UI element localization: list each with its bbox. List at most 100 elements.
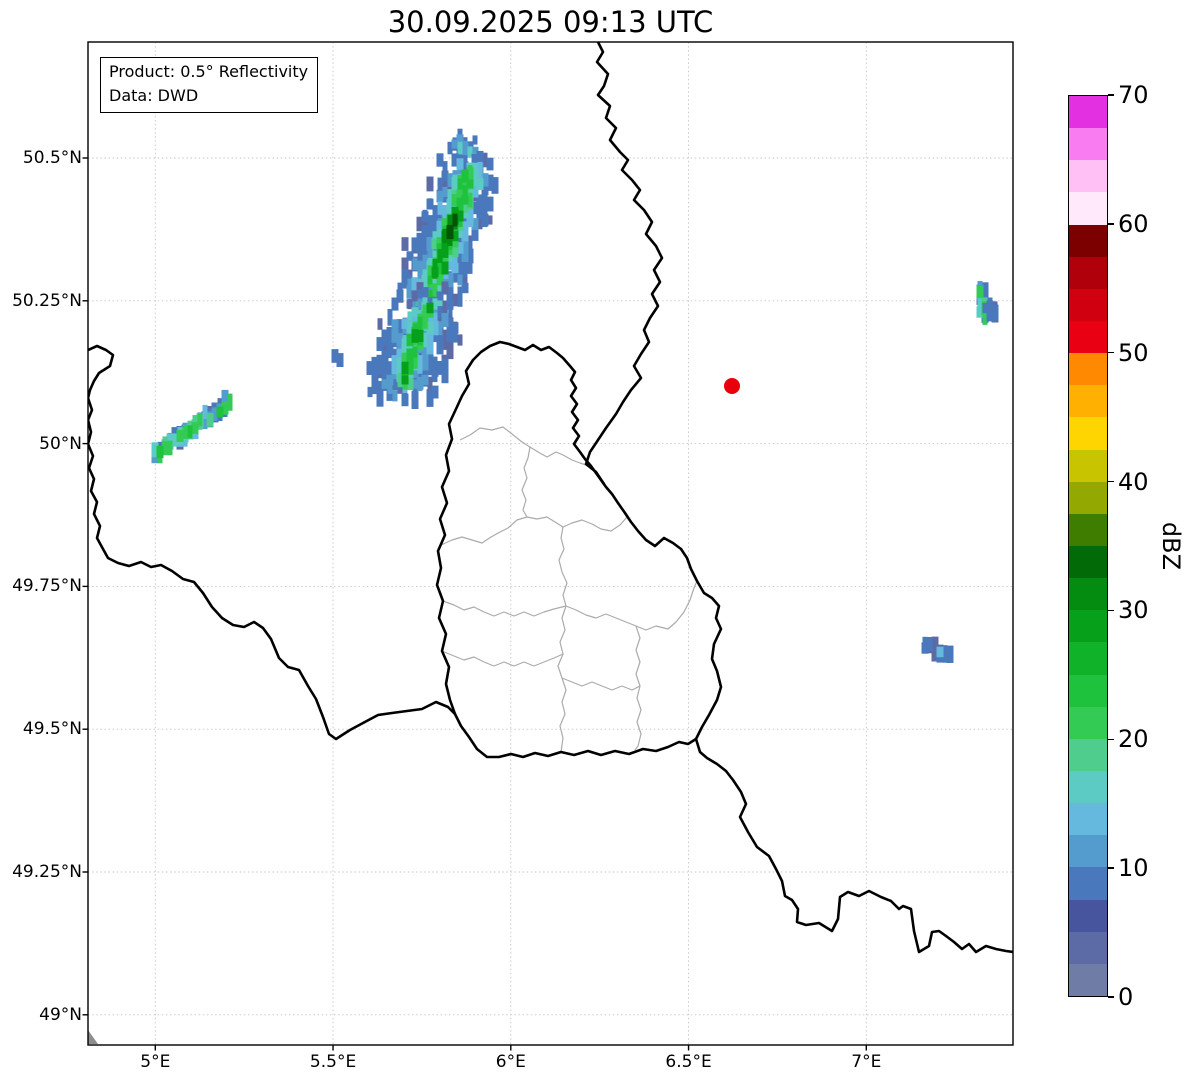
radar-echo-cell (946, 649, 954, 663)
radar-echo-cell (441, 358, 449, 370)
colorbar-tick-label: 50 (1118, 338, 1149, 367)
colorbar-tick-mark (1108, 480, 1114, 483)
radar-echo-cell (451, 139, 459, 149)
radar-echo-cell (432, 283, 438, 293)
radar-echo-cell (977, 285, 983, 299)
radar-echo-cell (216, 406, 224, 418)
colorbar-segment (1069, 481, 1107, 514)
radar-echo-cell (436, 291, 444, 301)
lon-tick-label: 5°E (140, 1052, 171, 1072)
colorbar-segment (1069, 160, 1107, 193)
radar-echo-cell (461, 169, 469, 183)
radar-echo-cell (421, 374, 429, 386)
lon-tick-label: 7°E (851, 1052, 882, 1072)
colorbar-tick-label: 70 (1118, 81, 1149, 109)
border-belgium-germany (584, 42, 664, 486)
radar-echo-cell (221, 389, 229, 402)
colorbar-tick-label: 20 (1118, 725, 1149, 754)
radar-echo-cell (426, 198, 434, 210)
radar-echo-cell (446, 224, 454, 240)
colorbar-tick-mark (1108, 352, 1114, 354)
radar-echo-cell (442, 186, 448, 197)
colorbar-segment (1069, 578, 1107, 611)
lon-tick-label: 5.5°E (309, 1052, 357, 1072)
colorbar-segment (1069, 610, 1107, 643)
product-info-line1: Product: 0.5° Reflectivity (109, 62, 309, 81)
radar-echo-cell (457, 274, 463, 286)
radar-echo-cell (401, 269, 409, 283)
colorbar-segment (1069, 385, 1107, 418)
radar-echo-cell (461, 230, 469, 242)
radar-echo-cell (441, 313, 449, 327)
colorbar-segment (1069, 256, 1107, 289)
colorbar-segment (1069, 770, 1107, 804)
radar-echo-cell (167, 440, 173, 456)
radar-echo-cell (486, 157, 494, 171)
colorbar-segment (1069, 835, 1107, 868)
border-france-belgium (88, 344, 457, 741)
axis-tick-marks (82, 157, 867, 1051)
radar-echo-cell (486, 196, 494, 212)
lat-tick-label: 49.5°N (22, 719, 82, 740)
colorbar-tick-mark (1108, 223, 1114, 225)
product-info-line2: Data: DWD (109, 86, 199, 105)
radar-echo-cell (472, 135, 478, 145)
colorbar-tick-label: 0 (1118, 983, 1134, 1011)
radar-echo-cell (331, 349, 339, 363)
colorbar-segment (1069, 963, 1107, 996)
colorbar-segment (1069, 674, 1107, 707)
colorbar-tick-mark (1108, 867, 1114, 869)
colorbar-segment (1069, 642, 1107, 675)
radar-echo-cell (401, 361, 409, 375)
radar-echo-cell (381, 379, 389, 389)
radar-echo-cell (456, 158, 464, 170)
colorbar-segment (1069, 867, 1107, 900)
radar-echo-cell (461, 142, 469, 154)
radar-echo-cell (411, 307, 419, 317)
radar-echo-cell (416, 329, 424, 342)
colorbar-segment (1069, 931, 1107, 964)
colorbar-segment (1069, 513, 1107, 546)
radar-echo-cell (421, 287, 429, 297)
radar-echo-cell (421, 354, 429, 366)
radar-echo-cell (417, 247, 423, 257)
radar-echo-cell (411, 391, 419, 401)
radar-echo-cell (427, 336, 433, 352)
radar-echo-cell (401, 237, 409, 251)
colorbar-segment (1069, 320, 1107, 354)
radar-echo-cell (451, 322, 459, 334)
radar-map-figure: 30.09.2025 09:13 UTC Product: 0.5° Refle… (0, 0, 1202, 1081)
radar-echo-cell (436, 334, 444, 346)
colorbar-tick-mark (1108, 996, 1114, 998)
radar-echo-cell (441, 170, 449, 182)
radar-echo-cell (476, 206, 484, 218)
lon-tick-label: 6°E (495, 1052, 526, 1072)
radar-echo-cell (156, 446, 164, 458)
radar-echo-cell (432, 356, 438, 372)
colorbar-segment (1069, 899, 1107, 932)
radar-echo-cell (436, 190, 444, 202)
colorbar-tick-label: 10 (1118, 854, 1149, 883)
colorbar (1068, 95, 1108, 997)
colorbar-segment (1069, 224, 1107, 257)
canton-borders (440, 426, 698, 753)
colorbar-segment (1069, 803, 1107, 836)
lat-tick-label: 49°N (39, 1004, 82, 1025)
radar-echo-cell (446, 298, 454, 310)
radar-echo-cell (457, 286, 463, 298)
radar-echo-cell (921, 642, 929, 654)
lat-tick-label: 49.75°N (12, 576, 82, 597)
radar-echo-cell (987, 297, 993, 311)
radar-echo-cell (457, 141, 463, 155)
radar-echo-cell (417, 376, 423, 392)
colorbar-segment (1069, 192, 1107, 225)
radar-echo-cell (437, 177, 443, 191)
radar-echo-cell (451, 246, 459, 258)
colorbar-segment (1069, 417, 1107, 450)
radar-echo-cell (461, 282, 469, 294)
colorbar-segment (1069, 706, 1107, 739)
lat-tick-label: 49.25°N (12, 862, 82, 882)
radar-echo-cell (936, 646, 944, 658)
radar-echo-cell (412, 257, 418, 271)
colorbar-unit-label: dBZ (1157, 521, 1185, 571)
